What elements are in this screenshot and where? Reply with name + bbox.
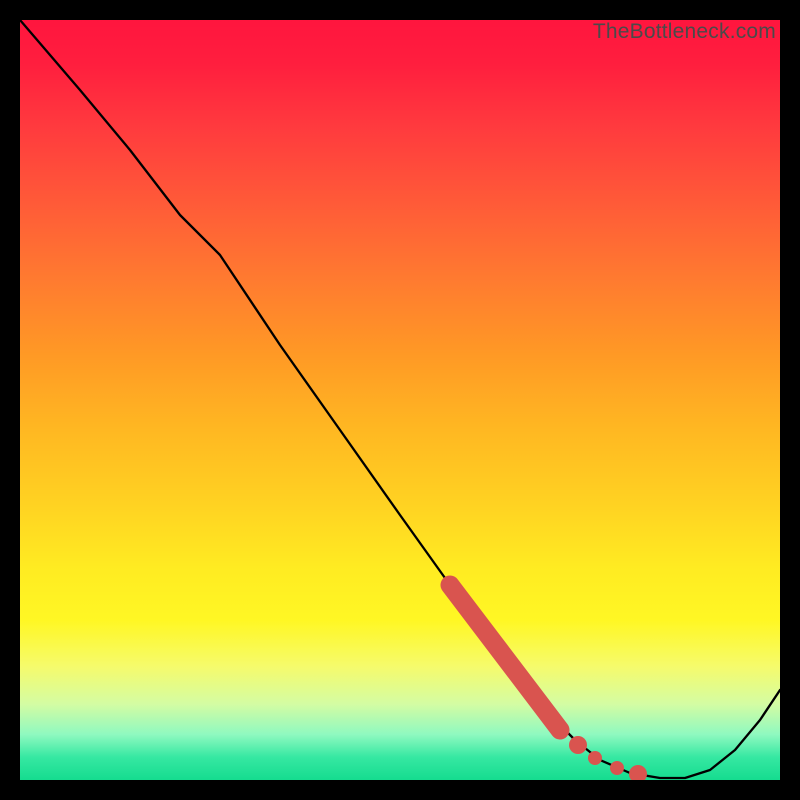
highlight-dots <box>569 736 647 780</box>
highlight-dot <box>588 751 602 765</box>
watermark-label: TheBottleneck.com <box>593 20 776 44</box>
highlight-dot <box>569 736 587 754</box>
bottleneck-curve <box>20 20 780 778</box>
highlight-segment <box>450 585 560 730</box>
chart-frame: TheBottleneck.com <box>20 20 780 780</box>
chart-plot <box>20 20 780 780</box>
highlight-dot <box>629 765 647 780</box>
highlight-dot <box>610 761 624 775</box>
